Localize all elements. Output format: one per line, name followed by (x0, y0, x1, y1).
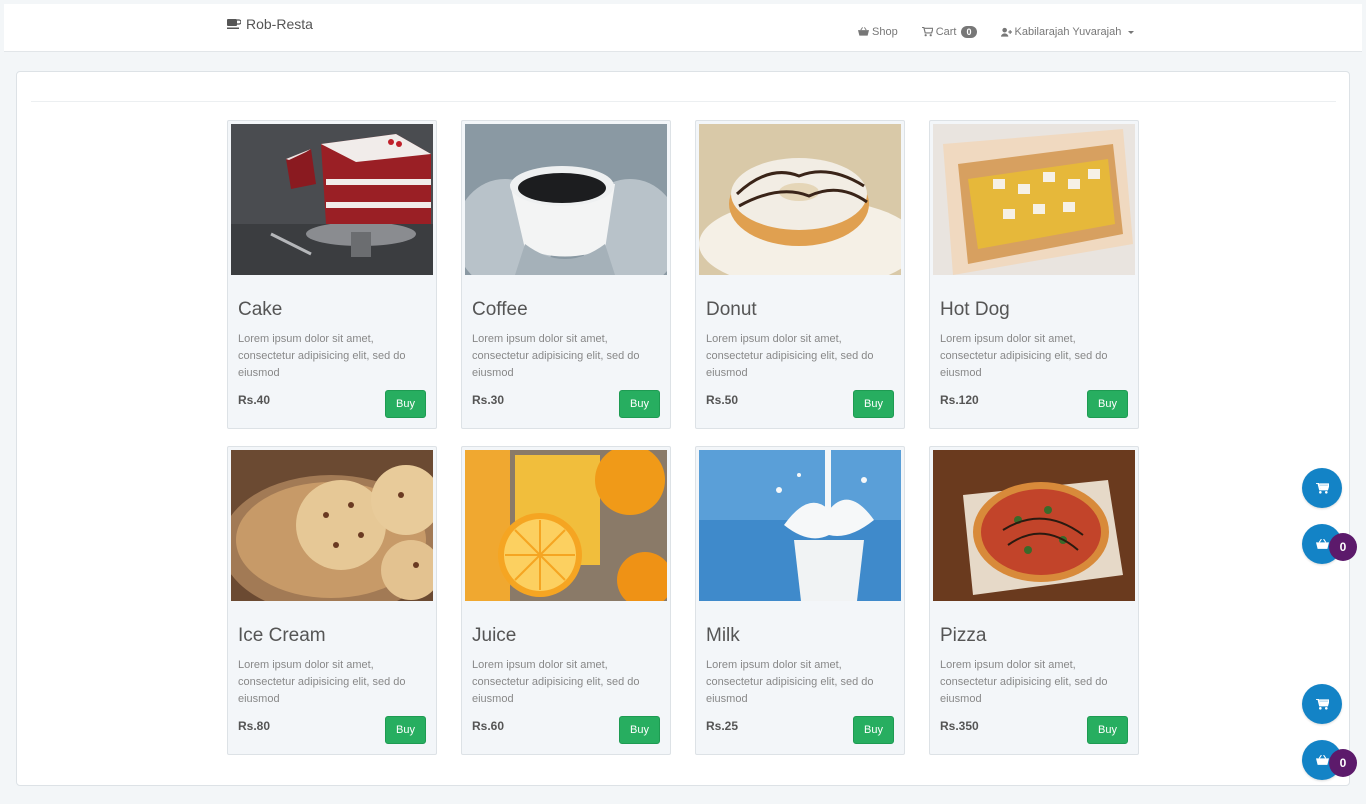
product-card-donut: Donut Lorem ipsum dolor sit amet, consec… (695, 120, 905, 429)
cart-icon (921, 27, 933, 37)
buy-button[interactable]: Buy (385, 716, 426, 744)
buy-button[interactable]: Buy (385, 390, 426, 418)
basket-count-badge: 0 (1329, 533, 1357, 561)
product-description: Lorem ipsum dolor sit amet, consectetur … (472, 659, 640, 705)
buy-button[interactable]: Buy (853, 390, 894, 418)
product-image-coffee (465, 124, 667, 275)
product-description: Lorem ipsum dolor sit amet, consectetur … (472, 333, 640, 379)
product-description: Lorem ipsum dolor sit amet, consectetur … (706, 333, 874, 379)
basket-icon (858, 27, 869, 36)
product-description: Lorem ipsum dolor sit amet, consectetur … (706, 659, 874, 705)
product-image-ice-cream (231, 450, 433, 601)
buy-button[interactable]: Buy (1087, 716, 1128, 744)
floating-cart-button[interactable] (1302, 684, 1342, 724)
panel-divider (31, 101, 1336, 102)
navbar: Rob-Resta Shop Cart 0 Kabilarajah Yuvara… (4, 4, 1362, 52)
product-image-juice (465, 450, 667, 601)
buy-button[interactable]: Buy (619, 716, 660, 744)
product-price: Rs.25 (706, 719, 739, 733)
buy-button[interactable]: Buy (1087, 390, 1128, 418)
product-name: Ice Cream (238, 625, 326, 646)
cart-count-badge: 0 (961, 26, 977, 38)
product-description: Lorem ipsum dolor sit amet, consectetur … (940, 659, 1108, 705)
basket-icon (1315, 538, 1329, 549)
product-card-cake: Cake Lorem ipsum dolor sit amet, consect… (227, 120, 437, 429)
product-price: Rs.80 (238, 719, 271, 733)
product-name: Juice (472, 625, 517, 646)
cart-icon (1315, 482, 1329, 494)
floating-cart-button[interactable] (1302, 468, 1342, 508)
cart-icon (1315, 698, 1329, 710)
user-name: Kabilarajah Yuvarajah (1014, 26, 1122, 38)
product-description: Lorem ipsum dolor sit amet, consectetur … (940, 333, 1108, 379)
product-name: Cake (238, 299, 283, 320)
product-image-milk (699, 450, 901, 601)
basket-icon (1315, 754, 1329, 765)
product-card-pizza: Pizza Lorem ipsum dolor sit amet, consec… (929, 446, 1139, 755)
product-name: Donut (706, 299, 757, 320)
nav-shop-label: Shop (872, 26, 898, 38)
product-description: Lorem ipsum dolor sit amet, consectetur … (238, 333, 406, 379)
product-image-hot-dog (933, 124, 1135, 275)
product-name: Hot Dog (940, 299, 1010, 320)
brand[interactable]: Rob-Resta (227, 16, 313, 32)
nav-right: Shop Cart 0 Kabilarajah Yuvarajah (858, 26, 1135, 38)
product-image-donut (699, 124, 901, 275)
basket-count-badge: 0 (1329, 749, 1357, 777)
buy-button[interactable]: Buy (619, 390, 660, 418)
user-plus-icon (1000, 27, 1012, 37)
product-image-cake (231, 124, 433, 275)
product-price: Rs.350 (940, 719, 979, 733)
product-card-hot-dog: Hot Dog Lorem ipsum dolor sit amet, cons… (929, 120, 1139, 429)
product-card-ice-cream: Ice Cream Lorem ipsum dolor sit amet, co… (227, 446, 437, 755)
product-card-milk: Milk Lorem ipsum dolor sit amet, consect… (695, 446, 905, 755)
product-price: Rs.120 (940, 393, 979, 407)
product-price: Rs.50 (706, 393, 739, 407)
brand-name: Rob-Resta (246, 16, 313, 32)
nav-shop[interactable]: Shop (858, 26, 898, 38)
product-price: Rs.30 (472, 393, 505, 407)
product-card-coffee: Coffee Lorem ipsum dolor sit amet, conse… (461, 120, 671, 429)
product-name: Coffee (472, 299, 528, 320)
product-name: Milk (706, 625, 740, 646)
product-image-pizza (933, 450, 1135, 601)
product-description: Lorem ipsum dolor sit amet, consectetur … (238, 659, 406, 705)
chevron-down-icon (1128, 30, 1135, 34)
nav-cart[interactable]: Cart 0 (921, 26, 977, 38)
product-price: Rs.40 (238, 393, 271, 407)
main-panel (16, 71, 1350, 786)
product-price: Rs.60 (472, 719, 505, 733)
product-name: Pizza (940, 625, 987, 646)
coffee-icon (227, 19, 241, 29)
nav-cart-label: Cart (935, 26, 957, 38)
buy-button[interactable]: Buy (853, 716, 894, 744)
user-menu[interactable]: Kabilarajah Yuvarajah (1000, 26, 1135, 38)
product-card-juice: Juice Lorem ipsum dolor sit amet, consec… (461, 446, 671, 755)
